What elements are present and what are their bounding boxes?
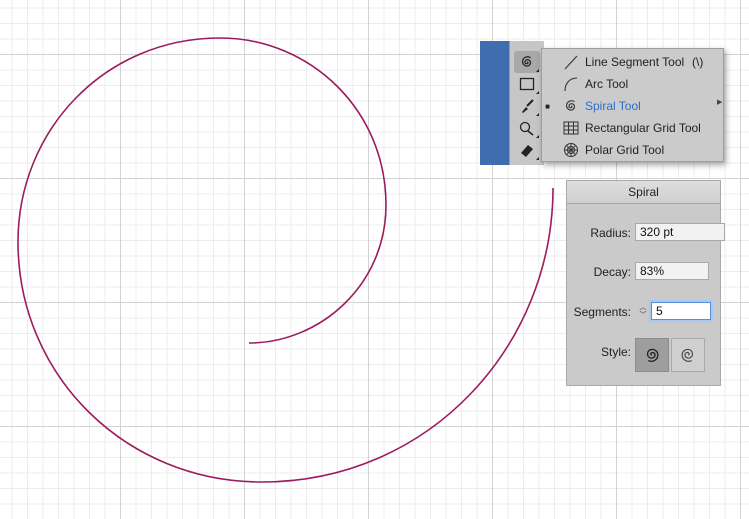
menu-item-label: Arc Tool: [585, 77, 629, 91]
polar-grid-icon: [560, 141, 582, 159]
shaper-tool-button[interactable]: [514, 117, 540, 139]
dialog-title: Spiral: [567, 181, 720, 204]
spiral-icon: [521, 56, 532, 67]
spiral-path[interactable]: [17, 37, 554, 483]
selected-indicator: ■: [545, 101, 550, 111]
radius-label: Radius:: [590, 226, 631, 240]
tools-panel: [509, 41, 544, 165]
spiral-dialog: Spiral Radius: 320 pt Decay: 83% Segment…: [566, 180, 725, 386]
decay-field[interactable]: 83%: [635, 262, 709, 280]
decay-label: Decay:: [593, 265, 631, 279]
menu-item-spiral-tool[interactable]: ■ Spiral Tool: [542, 95, 723, 117]
segments-field[interactable]: 5: [651, 302, 711, 320]
spiral-icon: [560, 97, 582, 115]
eraser-tool-button[interactable]: [514, 139, 540, 161]
paintbrush-tool-button[interactable]: [514, 95, 540, 117]
style-counterclockwise-option[interactable]: [635, 338, 669, 372]
menu-item-arc-tool[interactable]: Arc Tool: [542, 73, 723, 95]
menu-item-line-segment-tool[interactable]: Line Segment Tool (\): [542, 51, 723, 73]
radius-field[interactable]: 320 pt: [635, 223, 725, 241]
rectangle-tool-button[interactable]: [514, 73, 540, 95]
menu-item-label: Rectangular Grid Tool: [585, 121, 701, 135]
eraser-icon: [521, 145, 533, 157]
shaper-icon: [519, 121, 534, 136]
shape-tools-flyout-menu: Line Segment Tool (\) Arc Tool ■ Spiral …: [541, 48, 724, 162]
spiral-tool-button[interactable]: [514, 51, 540, 73]
menu-item-label: Polar Grid Tool: [585, 143, 665, 157]
paintbrush-icon: [522, 99, 534, 113]
menu-item-polar-grid-tool[interactable]: Polar Grid Tool: [542, 139, 723, 161]
stepper-down-icon[interactable]: ﹀: [640, 312, 647, 320]
style-label: Style:: [600, 345, 631, 359]
menu-item-label: Line Segment Tool: [585, 55, 685, 69]
segments-label: Segments:: [573, 305, 631, 319]
segments-stepper[interactable]: ︿ ﹀: [637, 302, 649, 322]
menu-item-label: Spiral Tool: [585, 99, 641, 113]
style-clockwise-option[interactable]: [671, 338, 705, 372]
submenu-arrow-icon: ▶: [717, 99, 723, 106]
arc-icon: [560, 75, 582, 93]
rectangle-icon: [519, 77, 535, 91]
counterclockwise-spiral-icon: [646, 348, 659, 362]
stepper-up-icon[interactable]: ︿: [640, 304, 647, 312]
line-segment-icon: [560, 53, 582, 71]
menu-item-rectangular-grid-tool[interactable]: Rectangular Grid Tool: [542, 117, 723, 139]
rectangular-grid-icon: [560, 119, 582, 137]
menu-item-shortcut: (\): [692, 55, 704, 69]
clockwise-spiral-icon: [681, 348, 693, 362]
